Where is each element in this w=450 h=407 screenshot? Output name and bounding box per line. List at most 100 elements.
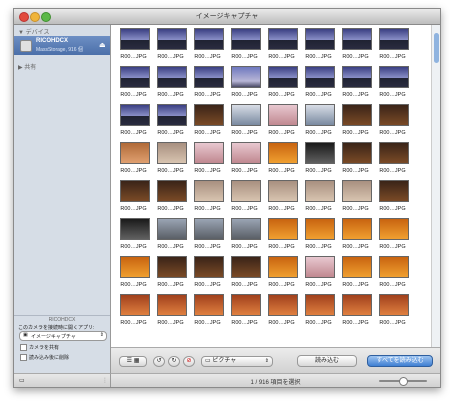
photo-thumbnail[interactable]: R00…JPG (115, 27, 152, 65)
photo-thumbnail[interactable]: R00…JPG (152, 103, 189, 141)
photo-thumbnail[interactable]: R00…JPG (337, 103, 374, 141)
thumbnail-image[interactable] (120, 218, 150, 240)
thumbnail-image[interactable] (231, 66, 261, 88)
photo-thumbnail[interactable]: R00…JPG (374, 217, 411, 255)
thumbnail-image[interactable] (120, 294, 150, 316)
photo-thumbnail[interactable]: R00…JPG (263, 103, 300, 141)
thumbnail-image[interactable] (342, 180, 372, 202)
thumbnail-image[interactable] (342, 294, 372, 316)
thumbnail-image[interactable] (231, 104, 261, 126)
photo-thumbnail[interactable]: R00…JPG (115, 65, 152, 103)
photo-thumbnail[interactable]: R00…JPG (226, 103, 263, 141)
eject-icon[interactable]: ⏏ (99, 41, 106, 49)
photo-thumbnail[interactable]: R00…JPG (115, 255, 152, 293)
thumbnail-image[interactable] (231, 180, 261, 202)
thumbnail-image[interactable] (231, 294, 261, 316)
thumbnail-image[interactable] (305, 66, 335, 88)
photo-thumbnail[interactable]: R00…JPG (152, 255, 189, 293)
destination-select[interactable]: ▭ ピクチャ ⇕ (201, 356, 273, 367)
zoom-slider-knob[interactable] (399, 377, 408, 386)
thumbnail-image[interactable] (194, 218, 224, 240)
thumbnail-image[interactable] (342, 104, 372, 126)
thumbnail-image[interactable] (194, 104, 224, 126)
photo-thumbnail[interactable]: R00…JPG (115, 179, 152, 217)
thumbnail-image[interactable] (157, 66, 187, 88)
thumbnail-image[interactable] (157, 294, 187, 316)
thumbnail-image[interactable] (120, 256, 150, 278)
photo-thumbnail[interactable]: R00…JPG (226, 255, 263, 293)
photo-thumbnail[interactable]: R00…JPG (189, 217, 226, 255)
photo-thumbnail[interactable]: R00…JPG (263, 255, 300, 293)
photo-thumbnail[interactable]: R00…JPG (226, 217, 263, 255)
photo-thumbnail[interactable]: R00…JPG (189, 103, 226, 141)
photo-thumbnail[interactable]: R00…JPG (300, 179, 337, 217)
thumbnail-image[interactable] (379, 104, 409, 126)
photo-thumbnail[interactable]: R00…JPG (263, 141, 300, 179)
zoom-slider[interactable] (379, 377, 427, 386)
delete-button[interactable]: ⊘ (183, 356, 195, 367)
photo-thumbnail[interactable]: R00…JPG (152, 293, 189, 331)
thumbnail-image[interactable] (305, 142, 335, 164)
delete-after-import-checkbox[interactable]: 読み込み後に削除 (20, 354, 69, 362)
photo-thumbnail[interactable]: R00…JPG (263, 27, 300, 65)
thumbnail-image[interactable] (194, 66, 224, 88)
thumbnail-image[interactable] (379, 256, 409, 278)
photo-thumbnail[interactable]: R00…JPG (374, 293, 411, 331)
thumbnail-image[interactable] (120, 28, 150, 50)
thumbnail-image[interactable] (120, 142, 150, 164)
photo-thumbnail[interactable]: R00…JPG (337, 255, 374, 293)
thumbnail-image[interactable] (231, 256, 261, 278)
photo-thumbnail[interactable]: R00…JPG (337, 217, 374, 255)
photo-thumbnail[interactable]: R00…JPG (115, 217, 152, 255)
photo-thumbnail[interactable]: R00…JPG (226, 65, 263, 103)
photo-thumbnail[interactable]: R00…JPG (115, 141, 152, 179)
thumbnail-image[interactable] (342, 66, 372, 88)
thumbnail-image[interactable] (305, 256, 335, 278)
thumbnail-image[interactable] (379, 218, 409, 240)
photo-thumbnail[interactable]: R00…JPG (226, 179, 263, 217)
photo-thumbnail[interactable]: R00…JPG (115, 293, 152, 331)
photo-thumbnail[interactable]: R00…JPG (152, 141, 189, 179)
thumbnail-image[interactable] (342, 256, 372, 278)
thumbnail-image[interactable] (379, 66, 409, 88)
photo-thumbnail[interactable]: R00…JPG (263, 179, 300, 217)
photo-thumbnail[interactable]: R00…JPG (300, 217, 337, 255)
thumbnail-image[interactable] (379, 142, 409, 164)
import-all-button[interactable]: すべてを読み込む (367, 355, 433, 367)
photo-thumbnail[interactable]: R00…JPG (374, 27, 411, 65)
rotate-right-button[interactable]: ↻ (168, 356, 180, 367)
thumbnail-image[interactable] (268, 180, 298, 202)
photo-thumbnail[interactable]: R00…JPG (226, 27, 263, 65)
thumbnail-image[interactable] (268, 256, 298, 278)
photo-thumbnail[interactable]: R00…JPG (374, 255, 411, 293)
thumbnail-image[interactable] (157, 142, 187, 164)
photo-thumbnail[interactable]: R00…JPG (374, 179, 411, 217)
thumbnail-image[interactable] (120, 104, 150, 126)
photo-thumbnail[interactable]: R00…JPG (300, 293, 337, 331)
connect-app-select[interactable]: ▣ イメージキャプチャ ⇕ (19, 331, 107, 341)
thumbnail-image[interactable] (231, 218, 261, 240)
thumbnail-image[interactable] (157, 218, 187, 240)
photo-thumbnail[interactable]: R00…JPG (300, 27, 337, 65)
thumbnail-image[interactable] (231, 28, 261, 50)
photo-thumbnail[interactable]: R00…JPG (300, 255, 337, 293)
photo-thumbnail[interactable]: R00…JPG (189, 179, 226, 217)
photo-thumbnail[interactable]: R00…JPG (152, 27, 189, 65)
photo-thumbnail[interactable]: R00…JPG (337, 27, 374, 65)
thumbnail-image[interactable] (120, 66, 150, 88)
photo-thumbnail[interactable]: R00…JPG (337, 293, 374, 331)
photo-thumbnail[interactable]: R00…JPG (300, 65, 337, 103)
disclosure-closed-icon[interactable]: ▶ (18, 65, 23, 71)
photo-thumbnail[interactable]: R00…JPG (337, 141, 374, 179)
view-mode-toggle[interactable]: ☰ ▦ (119, 356, 147, 367)
thumbnail-image[interactable] (379, 28, 409, 50)
photo-thumbnail[interactable]: R00…JPG (189, 293, 226, 331)
resize-grip-icon[interactable]: ⋮ (102, 377, 108, 384)
photo-thumbnail[interactable]: R00…JPG (263, 65, 300, 103)
photo-thumbnail[interactable]: R00…JPG (374, 65, 411, 103)
photo-thumbnail[interactable]: R00…JPG (263, 217, 300, 255)
grid-view-icon[interactable]: ▦ (134, 358, 140, 364)
shared-section[interactable]: ▶ 共有 (18, 62, 36, 71)
thumbnail-image[interactable] (157, 28, 187, 50)
thumbnail-image[interactable] (305, 218, 335, 240)
